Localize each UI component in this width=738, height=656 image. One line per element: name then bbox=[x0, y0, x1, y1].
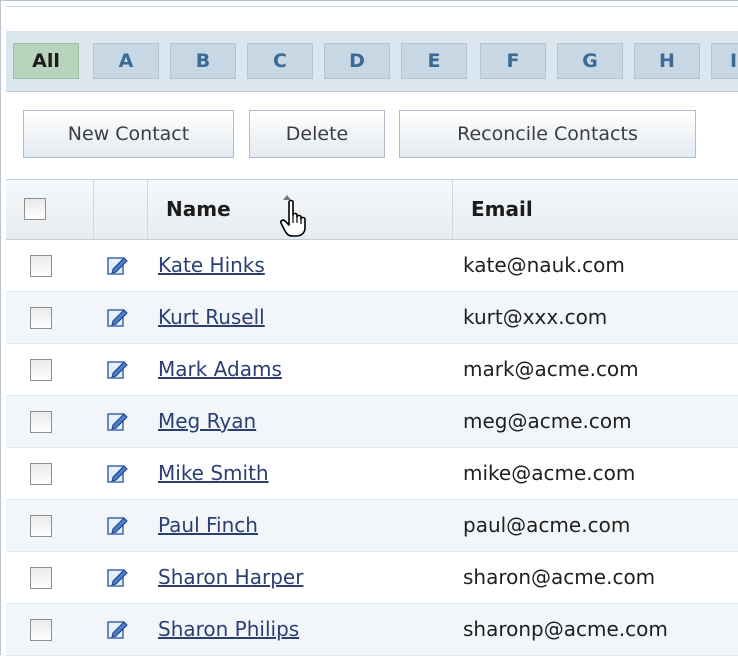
table-row: Kate Hinks kate@nauk.com bbox=[6, 240, 738, 292]
row-checkbox[interactable] bbox=[30, 567, 52, 589]
contact-name-link[interactable]: Sharon Harper bbox=[158, 565, 303, 589]
edit-pencil-icon[interactable] bbox=[107, 463, 128, 484]
column-divider bbox=[452, 180, 453, 240]
edit-pencil-icon[interactable] bbox=[107, 255, 128, 276]
edit-pencil-icon[interactable] bbox=[107, 567, 128, 588]
delete-button[interactable]: Delete bbox=[249, 110, 385, 158]
table-row: Kurt Rusell kurt@xxx.com bbox=[6, 292, 738, 344]
table-row: Paul Finch paul@acme.com bbox=[6, 500, 738, 552]
alpha-tab-g[interactable]: G bbox=[557, 43, 623, 79]
contact-name-link[interactable]: Mike Smith bbox=[158, 461, 269, 485]
contact-name-link[interactable]: Meg Ryan bbox=[158, 409, 256, 433]
contact-email: paul@acme.com bbox=[463, 513, 631, 537]
row-checkbox[interactable] bbox=[30, 515, 52, 537]
select-all-checkbox[interactable] bbox=[24, 198, 46, 220]
alpha-tab-c[interactable]: C bbox=[247, 43, 313, 79]
table-row: Mike Smith mike@acme.com bbox=[6, 448, 738, 500]
reconcile-contacts-button[interactable]: Reconcile Contacts bbox=[399, 110, 696, 158]
row-checkbox[interactable] bbox=[30, 307, 52, 329]
alpha-tab-d[interactable]: D bbox=[324, 43, 390, 79]
table-header: Name Email bbox=[6, 179, 738, 240]
alpha-tab-all[interactable]: All bbox=[13, 43, 79, 79]
table-row: Sharon Philips sharonp@acme.com bbox=[6, 604, 738, 656]
contact-email: mike@acme.com bbox=[463, 461, 636, 485]
edit-pencil-icon[interactable] bbox=[107, 619, 128, 640]
alpha-tab-h[interactable]: H bbox=[634, 43, 700, 79]
contact-email: sharon@acme.com bbox=[463, 565, 656, 589]
column-divider bbox=[147, 180, 148, 240]
contact-email: mark@acme.com bbox=[463, 357, 639, 381]
row-checkbox[interactable] bbox=[30, 411, 52, 433]
alpha-tab-f[interactable]: F bbox=[480, 43, 546, 79]
row-checkbox[interactable] bbox=[30, 255, 52, 277]
contact-name-link[interactable]: Paul Finch bbox=[158, 513, 258, 537]
email-column-header[interactable]: Email bbox=[471, 197, 533, 221]
new-contact-button[interactable]: New Contact bbox=[23, 110, 234, 158]
row-checkbox[interactable] bbox=[30, 463, 52, 485]
table-row: Sharon Harper sharon@acme.com bbox=[6, 552, 738, 604]
contact-email: kurt@xxx.com bbox=[463, 305, 608, 329]
edit-pencil-icon[interactable] bbox=[107, 515, 128, 536]
contact-name-link[interactable]: Kurt Rusell bbox=[158, 305, 265, 329]
edit-pencil-icon[interactable] bbox=[107, 307, 128, 328]
contact-email: kate@nauk.com bbox=[463, 253, 625, 277]
hand-pointer-icon bbox=[280, 199, 306, 237]
contacts-toolbar: New Contact Delete Reconcile Contacts bbox=[6, 92, 738, 179]
alphabet-filter-bar: All A B C D E F G H I bbox=[6, 31, 738, 92]
top-divider bbox=[6, 6, 738, 7]
row-checkbox[interactable] bbox=[30, 359, 52, 381]
name-column-header[interactable]: Name bbox=[166, 197, 231, 221]
table-row: Meg Ryan meg@acme.com bbox=[6, 396, 738, 448]
alpha-tab-i[interactable]: I bbox=[711, 43, 738, 79]
row-checkbox[interactable] bbox=[30, 619, 52, 641]
contact-email: meg@acme.com bbox=[463, 409, 632, 433]
alpha-tab-e[interactable]: E bbox=[401, 43, 467, 79]
contact-email: sharonp@acme.com bbox=[463, 617, 668, 641]
alpha-tab-a[interactable]: A bbox=[93, 43, 159, 79]
edit-pencil-icon[interactable] bbox=[107, 411, 128, 432]
contact-name-link[interactable]: Sharon Philips bbox=[158, 617, 299, 641]
edit-pencil-icon[interactable] bbox=[107, 359, 128, 380]
table-row: Mark Adams mark@acme.com bbox=[6, 344, 738, 396]
contact-name-link[interactable]: Mark Adams bbox=[158, 357, 282, 381]
contact-name-link[interactable]: Kate Hinks bbox=[158, 253, 265, 277]
alpha-tab-b[interactable]: B bbox=[170, 43, 236, 79]
column-divider bbox=[93, 180, 94, 240]
